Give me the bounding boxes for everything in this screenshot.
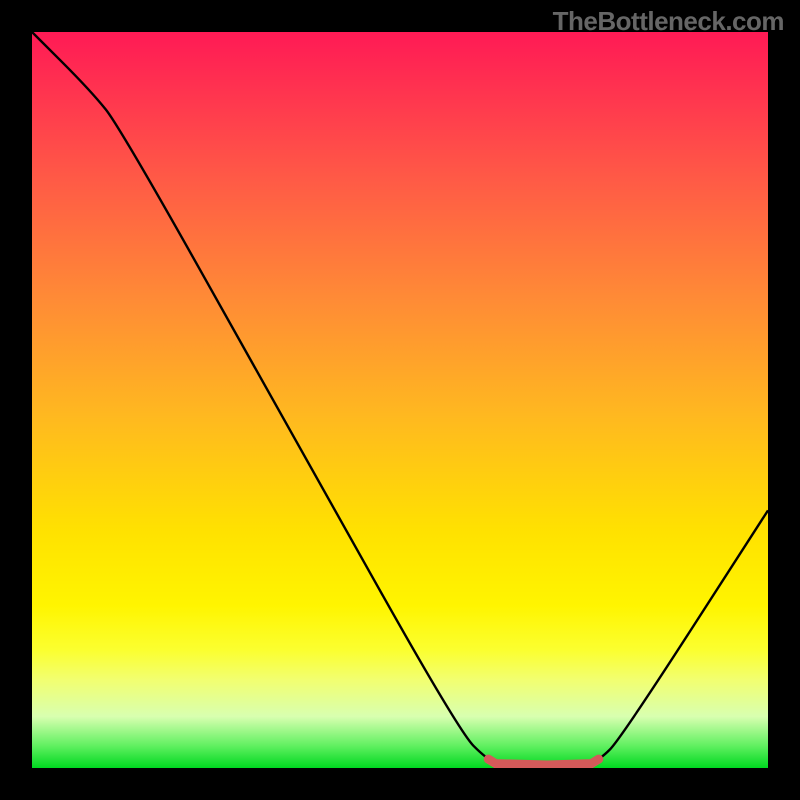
curve-svg: [32, 32, 768, 768]
chart-plot-area: [32, 32, 768, 768]
optimal-band-path: [488, 759, 598, 765]
bottleneck-curve-path: [32, 32, 768, 764]
